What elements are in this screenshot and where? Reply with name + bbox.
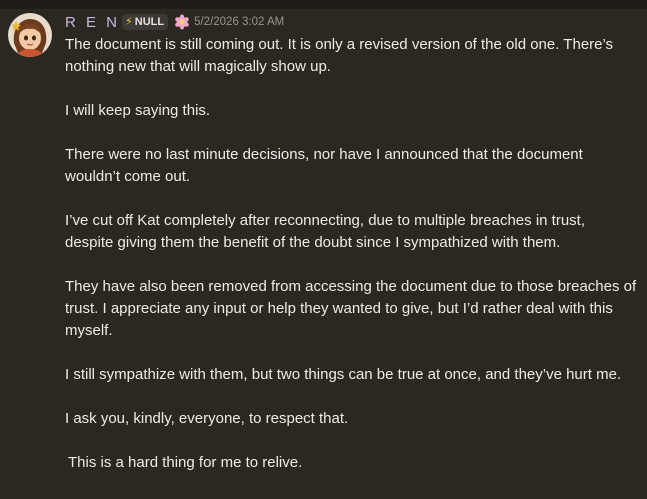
server-tag[interactable]: ⚡ NULL xyxy=(122,14,169,30)
message-paragraph: I’ve cut off Kat completely after reconn… xyxy=(65,212,585,251)
message-content: The document is still coming out. It is … xyxy=(65,34,637,474)
chat-message: R E N ⚡ NULL 5/2/2026 3:02 AM The docume… xyxy=(0,9,647,499)
username[interactable]: R E N xyxy=(65,14,120,31)
message-paragraph: I still sympathize with them, but two th… xyxy=(65,366,622,383)
message-paragraph: There were no last minute decisions, nor… xyxy=(65,146,583,185)
message-paragraph: They have also been removed from accessi… xyxy=(65,278,637,339)
bolt-icon: ⚡ xyxy=(125,16,133,28)
avatar[interactable] xyxy=(8,13,52,57)
message-timestamp[interactable]: 5/2/2026 3:02 AM xyxy=(194,16,284,28)
server-tag-label: NULL xyxy=(134,16,165,28)
message-paragraph: I ask you, kindly, everyone, to respect … xyxy=(65,410,349,427)
previous-message-divider xyxy=(0,0,647,9)
message-header: R E N ⚡ NULL 5/2/2026 3:02 AM xyxy=(65,11,284,33)
message-paragraph: The document is still coming out. It is … xyxy=(65,36,614,75)
message-paragraph: This is a hard thing for me to relive. xyxy=(68,454,303,471)
message-paragraph: I will keep saying this. xyxy=(65,102,211,119)
flower-icon[interactable] xyxy=(174,14,190,30)
